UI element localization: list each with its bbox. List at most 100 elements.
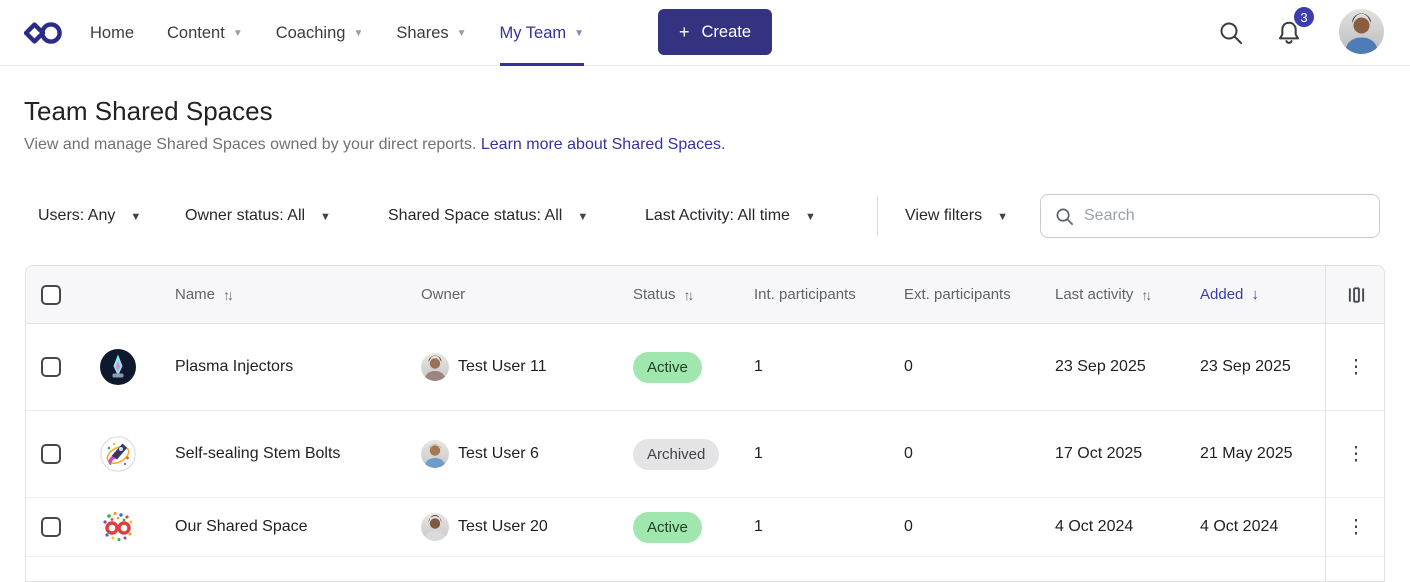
nav-item-my-team[interactable]: My Team ▼ (500, 0, 585, 66)
brand-logo-icon[interactable] (24, 16, 64, 50)
column-header-last-activity[interactable]: Last activity (1055, 286, 1133, 303)
column-header-owner: Owner (421, 286, 465, 303)
chevron-down-icon: ▼ (805, 210, 816, 223)
filter-users-label: Users: Any (38, 207, 115, 225)
added-value: 23 Sep 2025 (1200, 358, 1291, 376)
view-filters-dropdown[interactable]: View filters ▼ (905, 194, 1008, 238)
added-value: 4 Oct 2024 (1200, 518, 1278, 536)
nav-content-label: Content (167, 24, 225, 43)
ext-participants-value: 0 (904, 358, 913, 375)
column-header-name[interactable]: Name (175, 286, 215, 303)
search-input[interactable] (1084, 207, 1354, 225)
row-checkbox[interactable] (41, 444, 61, 464)
chevron-down-icon: ▼ (353, 27, 363, 39)
sort-icon[interactable]: ↑↓ (684, 287, 695, 303)
status-badge: Active (633, 512, 702, 543)
table-row[interactable]: Self-sealing Stem Bolts Test User 6 Arch… (26, 411, 1384, 498)
select-all-checkbox[interactable] (41, 285, 61, 305)
column-header-status[interactable]: Status (633, 286, 676, 303)
row-actions-menu-icon[interactable]: ⋮ (1347, 518, 1366, 537)
int-participants-value: 1 (754, 518, 763, 535)
chevron-down-icon: ▼ (233, 27, 243, 39)
column-header-int-participants: Int. participants (754, 286, 856, 303)
int-participants-value: 1 (754, 445, 763, 462)
sort-icon[interactable]: ↑↓ (1141, 287, 1152, 303)
chevron-down-icon: ▼ (130, 210, 141, 223)
learn-more-link[interactable]: Learn more about Shared Spaces. (481, 136, 726, 153)
table-row[interactable]: Plasma Injectors Test User 11 Active 1 0… (26, 324, 1384, 411)
column-header-added[interactable]: Added (1200, 286, 1243, 303)
page-subtitle: View and manage Shared Spaces owned by y… (24, 136, 725, 154)
nav-coaching-label: Coaching (276, 24, 346, 43)
ext-participants-value: 0 (904, 518, 913, 535)
space-icon-confetti-infinity (100, 509, 136, 545)
owner-avatar (421, 513, 449, 541)
ext-participants-value: 0 (904, 445, 913, 462)
notification-count-badge[interactable]: 3 (1292, 5, 1316, 29)
user-avatar[interactable] (1339, 9, 1384, 54)
search-icon (1055, 207, 1074, 226)
filter-last-activity-label: Last Activity: All time (645, 207, 790, 225)
nav-item-shares[interactable]: Shares ▼ (396, 0, 466, 66)
nav-shares-label: Shares (396, 24, 448, 43)
plus-icon: + (679, 22, 690, 43)
row-actions-menu-icon[interactable]: ⋮ (1347, 358, 1366, 377)
space-icon-rocket (100, 436, 136, 472)
space-icon-plasma-orb (100, 349, 136, 385)
chevron-down-icon: ▼ (574, 27, 584, 39)
chevron-down-icon: ▼ (577, 210, 588, 223)
last-activity-value: 23 Sep 2025 (1055, 358, 1146, 376)
last-activity-value: 17 Oct 2025 (1055, 445, 1142, 463)
create-button-label: Create (701, 23, 751, 42)
nav-item-content[interactable]: Content ▼ (167, 0, 243, 66)
nav-menu: Home Content ▼ Coaching ▼ Shares ▼ My Te… (90, 0, 617, 66)
owner-name: Test User 6 (458, 445, 539, 463)
chevron-down-icon: ▼ (457, 27, 467, 39)
team-shared-spaces-page: Home Content ▼ Coaching ▼ Shares ▼ My Te… (0, 0, 1410, 582)
actions-column-divider (1325, 266, 1326, 581)
owner-name: Test User 20 (458, 518, 548, 536)
owner-avatar (421, 440, 449, 468)
sort-icon[interactable]: ↑↓ (223, 287, 234, 303)
create-button[interactable]: + Create (658, 9, 772, 55)
top-navigation-bar: Home Content ▼ Coaching ▼ Shares ▼ My Te… (0, 0, 1410, 66)
chevron-down-icon: ▼ (320, 210, 331, 223)
space-name: Our Shared Space (175, 518, 308, 536)
chevron-down-icon: ▼ (997, 210, 1008, 223)
last-activity-value: 4 Oct 2024 (1055, 518, 1133, 536)
owner-avatar (421, 353, 449, 381)
person-icon (421, 513, 449, 541)
table-header-row: Name ↑↓ Owner Status ↑↓ Int. participant… (26, 266, 1384, 324)
filter-divider (877, 196, 878, 236)
person-icon (421, 440, 449, 468)
row-checkbox[interactable] (41, 517, 61, 537)
nav-my-team-label: My Team (500, 24, 567, 43)
status-badge: Active (633, 352, 702, 383)
subtitle-text: View and manage Shared Spaces owned by y… (24, 136, 476, 153)
table-search-box (1040, 194, 1380, 238)
filter-space-status-dropdown[interactable]: Shared Space status: All ▼ (388, 194, 588, 238)
owner-name: Test User 11 (458, 358, 547, 376)
row-actions-menu-icon[interactable]: ⋮ (1347, 445, 1366, 464)
added-value: 21 May 2025 (1200, 445, 1293, 463)
view-filters-label: View filters (905, 207, 982, 225)
filter-owner-status-label: Owner status: All (185, 207, 305, 225)
filter-users-dropdown[interactable]: Users: Any ▼ (38, 194, 141, 238)
sort-descending-icon[interactable]: ↓ (1251, 286, 1259, 303)
filter-space-status-label: Shared Space status: All (388, 207, 562, 225)
person-icon (421, 353, 449, 381)
space-name: Self-sealing Stem Bolts (175, 445, 340, 463)
filter-last-activity-dropdown[interactable]: Last Activity: All time ▼ (645, 194, 816, 238)
global-search-button[interactable] (1211, 13, 1251, 53)
status-badge: Archived (633, 439, 719, 470)
row-checkbox[interactable] (41, 357, 61, 377)
nav-home-label: Home (90, 24, 134, 43)
shared-spaces-table: Name ↑↓ Owner Status ↑↓ Int. participant… (25, 265, 1385, 582)
nav-item-coaching[interactable]: Coaching ▼ (276, 0, 364, 66)
column-header-ext-participants: Ext. participants (904, 286, 1011, 303)
column-settings-icon[interactable] (1347, 286, 1366, 304)
table-row[interactable]: Our Shared Space Test User 20 Active 1 0… (26, 498, 1384, 557)
search-icon (1218, 20, 1244, 46)
nav-item-home[interactable]: Home (90, 0, 134, 66)
filter-owner-status-dropdown[interactable]: Owner status: All ▼ (185, 194, 331, 238)
